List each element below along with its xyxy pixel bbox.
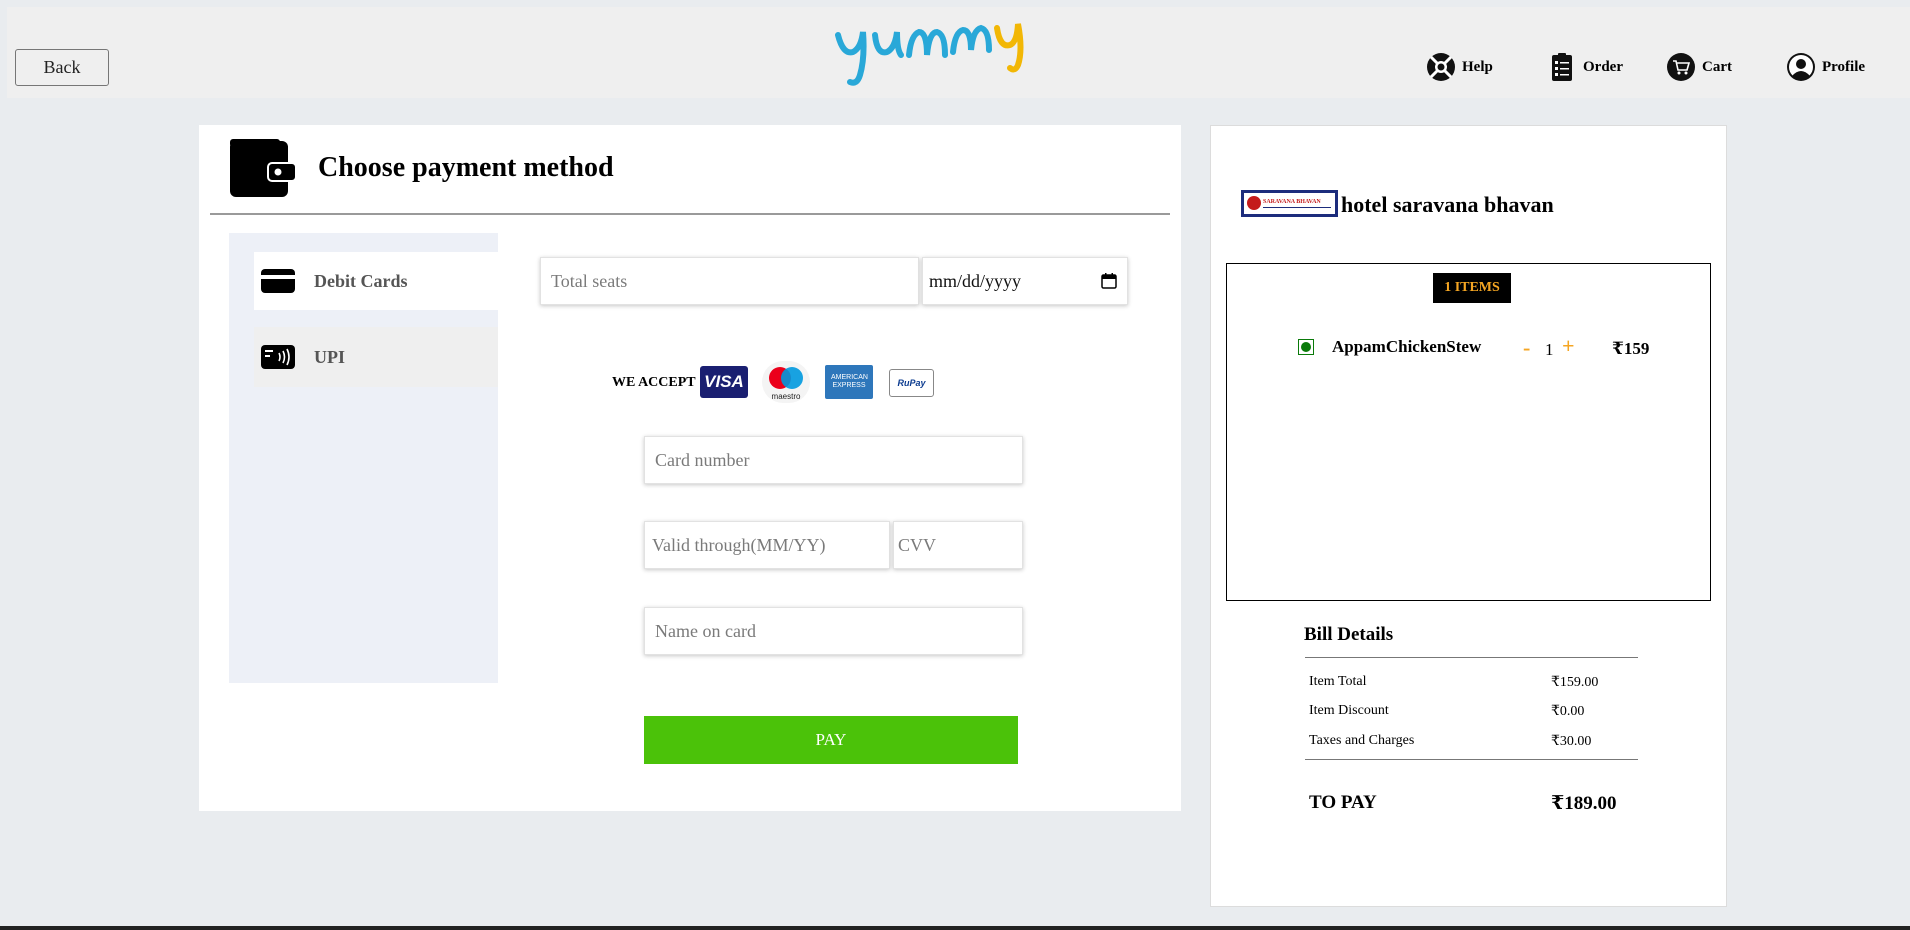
bill-item-total-label: Item Total xyxy=(1309,674,1367,689)
bill-taxes-value: ₹30.00 xyxy=(1551,734,1592,749)
date-input-placeholder: mm/dd/yyyy xyxy=(929,270,1022,291)
nav-cart[interactable]: Cart xyxy=(1666,50,1732,84)
bill-taxes-label: Taxes and Charges xyxy=(1309,733,1415,748)
cart-item-price: ₹159 xyxy=(1612,339,1650,358)
bill-item-discount-value: ₹0.00 xyxy=(1551,704,1585,719)
nav-order-label: Order xyxy=(1583,58,1623,75)
hotel-name: hotel saravana bhavan xyxy=(1341,192,1554,217)
cart-item-name: AppamChickenStew xyxy=(1332,337,1482,356)
title-divider xyxy=(210,213,1170,215)
help-lifebuoy-icon xyxy=(1427,53,1455,81)
wallet-icon xyxy=(230,139,296,197)
nav-profile[interactable]: Profile xyxy=(1786,50,1865,84)
bill-item-total-value: ₹159.00 xyxy=(1551,675,1599,690)
bottom-border xyxy=(0,926,1910,930)
nav-help-label: Help xyxy=(1462,58,1493,75)
we-accept-label: WE ACCEPT xyxy=(612,375,696,390)
bill-divider-top xyxy=(1305,657,1638,658)
cvv-input[interactable] xyxy=(893,521,1023,569)
decrease-qty-button[interactable]: - xyxy=(1523,337,1530,359)
veg-indicator-icon xyxy=(1298,339,1314,355)
nav-cart-label: Cart xyxy=(1702,58,1732,75)
tab-debit-cards-label: Debit Cards xyxy=(314,270,408,291)
bill-divider-bottom xyxy=(1305,759,1638,760)
amex-logo: AMERICAN EXPRESS xyxy=(825,365,873,399)
tab-upi[interactable]: UPI xyxy=(254,327,498,387)
to-pay-label: TO PAY xyxy=(1309,792,1377,813)
clipboard-list-icon xyxy=(1552,53,1572,81)
maestro-logo: maestro xyxy=(762,361,810,403)
rupay-logo: RuPay xyxy=(889,369,934,397)
bill-details-title: Bill Details xyxy=(1304,624,1394,645)
page-title: Choose payment method xyxy=(318,152,614,183)
items-count-badge: 1 ITEMS xyxy=(1433,273,1511,303)
nav-order[interactable]: Order xyxy=(1547,50,1623,84)
bill-item-discount-label: Item Discount xyxy=(1309,703,1389,718)
yummy-logo-icon xyxy=(835,23,1024,86)
nav-help[interactable]: Help xyxy=(1426,50,1493,84)
card-number-input[interactable] xyxy=(644,436,1023,484)
nav-profile-label: Profile xyxy=(1822,58,1866,75)
tab-upi-label: UPI xyxy=(314,346,345,367)
credit-card-icon xyxy=(261,269,295,293)
yummy-logo[interactable] xyxy=(835,10,1035,90)
item-quantity: 1 xyxy=(1545,340,1554,359)
increase-qty-button[interactable]: + xyxy=(1562,335,1575,357)
cart-items-box xyxy=(1226,263,1711,601)
hotel-logo: SARAVANA BHAVAN xyxy=(1241,190,1338,217)
user-circle-icon xyxy=(1787,53,1815,81)
tab-debit-cards[interactable]: Debit Cards xyxy=(254,252,498,310)
cart-icon xyxy=(1667,53,1695,81)
maestro-circles-icon xyxy=(769,366,803,389)
contactless-card-icon xyxy=(261,345,295,369)
date-input[interactable]: mm/dd/yyyy xyxy=(922,257,1128,305)
visa-logo: VISA xyxy=(700,366,748,398)
hotel-emblem-icon xyxy=(1247,196,1261,210)
to-pay-value: ₹189.00 xyxy=(1551,793,1617,814)
calendar-icon[interactable] xyxy=(1101,273,1117,289)
total-seats-input[interactable] xyxy=(540,257,919,305)
back-button[interactable]: Back xyxy=(15,49,109,86)
pay-button[interactable]: PAY xyxy=(644,716,1018,764)
valid-through-input[interactable] xyxy=(644,521,890,569)
name-on-card-input[interactable] xyxy=(644,607,1023,655)
